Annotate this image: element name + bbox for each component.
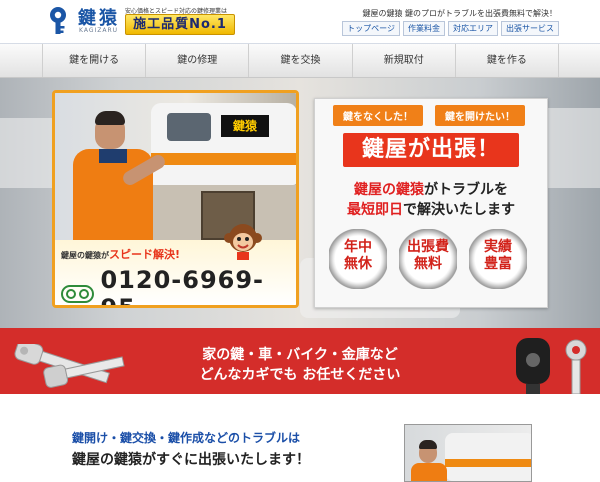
hero-photo: 鍵猿 xyxy=(55,93,296,241)
same-day-highlight: 最短即日 xyxy=(347,202,403,218)
header-link-top[interactable]: トップページ xyxy=(342,21,400,36)
lower-heading: 鍵屋の鍵猿がすぐに出張いたします！ xyxy=(72,452,310,468)
van-shape xyxy=(445,433,531,481)
nav-item-replace[interactable]: 鍵を交換 xyxy=(249,44,353,77)
nav-item-install[interactable]: 新規取付 xyxy=(353,44,456,77)
band-line-1: 家の鍵・車・バイク・金庫など xyxy=(202,347,398,363)
worker-body xyxy=(411,463,447,481)
lower-subheading: 鍵開け・鍵交換・鍵作成などのトラブルは xyxy=(72,431,301,445)
pill-open-key: 鍵を開けたい！ xyxy=(435,105,525,126)
speed-prefix: 鍵屋の鍵猿が xyxy=(61,251,109,260)
badge-track-record: 実績 豊富 xyxy=(469,229,527,289)
badge-line: 実績 xyxy=(484,239,512,255)
problem-pills: 鍵をなくした！ 鍵を開けたい！ xyxy=(333,105,525,126)
brand-highlight: 鍵屋の鍵猿 xyxy=(354,182,424,198)
feature-badges: 年中 無休 出張費 無料 実績 豊富 xyxy=(329,229,527,289)
promo-card: 鍵をなくした！ 鍵を開けたい！ 鍵屋が出張！ 鍵屋の鍵猿がトラブルを 最短即日で… xyxy=(314,98,548,308)
pill-lost-key: 鍵をなくした！ xyxy=(333,105,423,126)
speed-headline: 鍵屋の鍵猿がスピード解決! xyxy=(61,246,180,262)
promo-line-2: 最短即日で解決いたします xyxy=(315,199,547,219)
nav-item-repair[interactable]: 鍵の修理 xyxy=(146,44,250,77)
badge-line: 無休 xyxy=(344,256,372,272)
van-stripe xyxy=(445,459,531,467)
background-car xyxy=(540,108,600,188)
dispatch-banner: 鍵屋が出張！ xyxy=(343,133,519,167)
header-links: トップページ 作業料金 対応エリア 出張サービス xyxy=(342,21,559,36)
nav-item-open[interactable]: 鍵を開ける xyxy=(43,44,147,77)
van-window xyxy=(167,113,211,141)
nav-items: 鍵を開ける 鍵の修理 鍵を交換 新規取付 鍵を作る xyxy=(42,44,560,77)
worker-hair xyxy=(419,440,437,449)
staff-photo xyxy=(404,424,532,482)
header-link-service[interactable]: 出張サービス xyxy=(501,21,559,36)
badge-open-all-year: 年中 無休 xyxy=(329,229,387,289)
badge-line: 豊富 xyxy=(484,256,512,272)
promo-line-2-rest: で解決いたします xyxy=(403,202,515,218)
badge-line: 出張費 xyxy=(407,239,449,255)
freedial-icon xyxy=(61,285,95,303)
header-link-price[interactable]: 作業料金 xyxy=(403,21,445,36)
phone-number[interactable]: 0120-6969-95 xyxy=(100,266,296,305)
main-nav: 鍵を開ける 鍵の修理 鍵を交換 新規取付 鍵を作る xyxy=(0,44,600,78)
promo-line-1-rest: がトラブルを xyxy=(424,182,508,198)
quality-badge: 施工品質No.1 xyxy=(125,14,235,35)
hero-section: 鍵猿 鍵屋の鍵猿がスピード解決! 0120-6969-95 鍵をなくした！ 鍵を… xyxy=(0,78,600,328)
monkey-mascot-icon xyxy=(224,224,262,260)
key-logo-icon[interactable] xyxy=(43,6,73,36)
site-header: 鍵猿 KAGIZARU 安心価格とスピード対応の鍵修理業は 施工品質No.1 鍵… xyxy=(0,0,600,44)
badge-line: 無料 xyxy=(414,256,442,272)
badge-line: 年中 xyxy=(344,239,372,255)
promo-line-1: 鍵屋の鍵猿がトラブルを xyxy=(315,179,547,199)
phone-row[interactable]: 0120-6969-95 xyxy=(61,266,296,305)
nav-item-make[interactable]: 鍵を作る xyxy=(456,44,560,77)
van-badge: 鍵猿 xyxy=(221,115,269,137)
band-line-2: どんなカギでも お任せください xyxy=(199,367,401,383)
badge-free-dispatch: 出張費 無料 xyxy=(399,229,457,289)
logo-subtitle: KAGIZARU xyxy=(79,27,119,34)
header-tagline: 鍵屋の鍵猿 鍵のプロがトラブルを出張費無料で解決！ xyxy=(362,9,557,18)
hero-photo-card[interactable]: 鍵猿 鍵屋の鍵猿がスピード解決! 0120-6969-95 xyxy=(52,90,299,308)
worker-hair xyxy=(95,111,125,125)
phone-panel: 鍵屋の鍵猿がスピード解決! 0120-6969-95 xyxy=(55,224,296,305)
speed-main: スピード解決! xyxy=(109,248,181,261)
header-link-area[interactable]: 対応エリア xyxy=(448,21,498,36)
worker-collar xyxy=(99,149,127,163)
van-stripe xyxy=(151,153,296,165)
